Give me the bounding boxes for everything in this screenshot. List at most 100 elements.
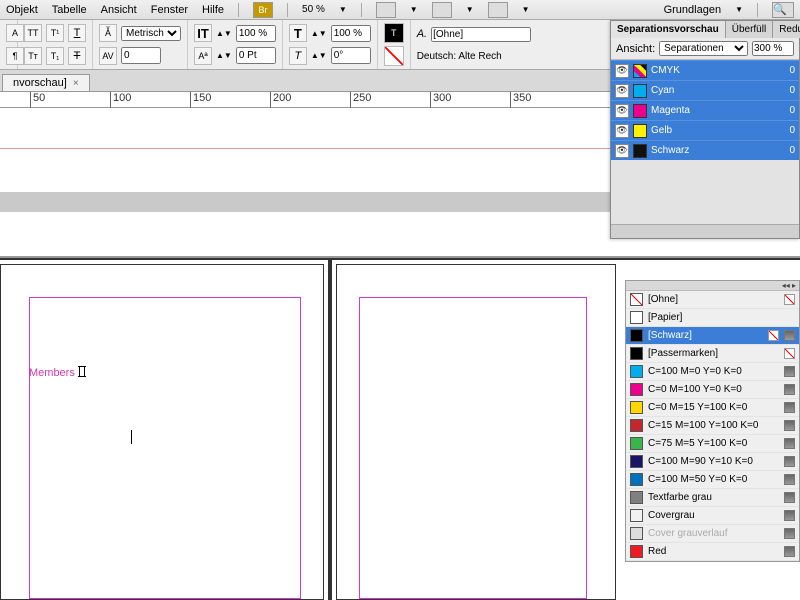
baseline-input[interactable] (236, 47, 276, 64)
swatch-row[interactable]: [Papier] (626, 309, 799, 327)
swatch-color (630, 401, 643, 414)
colortype-icon (784, 510, 795, 521)
swatch-label: [Passermarken] (648, 348, 779, 359)
arrange-icon[interactable] (488, 2, 508, 18)
colortype-icon (784, 438, 795, 449)
separation-row[interactable]: 👁CMYK0 (611, 60, 799, 80)
kerning-select[interactable]: Metrisch (121, 26, 181, 41)
swatch-row[interactable]: Covergrau (626, 507, 799, 525)
swatch-row[interactable]: Red (626, 543, 799, 561)
separator (238, 3, 239, 17)
hscale-icon: IT (194, 24, 212, 42)
tab-flatten[interactable]: Reduzie (773, 21, 800, 38)
text-caret (131, 430, 132, 444)
separator (287, 3, 288, 17)
underline-btn[interactable]: T (68, 24, 86, 42)
visibility-toggle[interactable]: 👁 (615, 84, 629, 98)
swatch-row[interactable]: C=100 M=90 Y=10 K=0 (626, 453, 799, 471)
fill-swatch[interactable]: T (384, 23, 404, 43)
colortype-icon (784, 528, 795, 539)
view-options-icon[interactable] (376, 2, 396, 18)
preview-pct[interactable] (752, 41, 794, 56)
swatch-row[interactable]: C=0 M=15 Y=100 K=0 (626, 399, 799, 417)
stroke-swatch[interactable] (384, 46, 404, 66)
swatch-label: Textfarbe grau (648, 492, 779, 503)
menu-ansicht[interactable]: Ansicht (101, 4, 137, 16)
baseline-icon: Aª (194, 47, 212, 65)
bridge-icon[interactable]: Br (253, 2, 273, 18)
view-label: Ansicht: (616, 43, 655, 55)
visibility-toggle[interactable]: 👁 (615, 144, 629, 158)
screen-mode-icon[interactable] (432, 2, 452, 18)
separation-row[interactable]: 👁Magenta0 (611, 100, 799, 120)
separation-row[interactable]: 👁Cyan0 (611, 80, 799, 100)
document-tab[interactable]: nvorschau]× (2, 74, 90, 91)
swatch-row[interactable]: [Ohne] (626, 291, 799, 309)
workspace-select[interactable]: Grundlagen (664, 4, 722, 16)
swatch-row[interactable]: C=100 M=50 Y=0 K=0 (626, 471, 799, 489)
swatch-panel-header[interactable]: ◂◂ ▸ (626, 281, 799, 291)
visibility-toggle[interactable]: 👁 (615, 64, 629, 78)
swatch-row[interactable]: Textfarbe grau (626, 489, 799, 507)
colortype-icon (784, 474, 795, 485)
visibility-toggle[interactable]: 👁 (615, 124, 629, 138)
swatch-row[interactable]: [Passermarken] (626, 345, 799, 363)
search-icon[interactable]: 🔍 (772, 2, 794, 18)
menu-objekt[interactable]: Objekt (6, 4, 38, 16)
swatch-row[interactable]: [Schwarz] (626, 327, 799, 345)
swatch-color (630, 455, 643, 468)
ruler-tick: 300 (430, 92, 451, 108)
subscript-btn[interactable]: T₁ (46, 47, 64, 65)
menu-fenster[interactable]: Fenster (151, 4, 188, 16)
panel-footer (611, 224, 799, 238)
swatch-row[interactable]: C=15 M=100 Y=100 K=0 (626, 417, 799, 435)
separation-row[interactable]: 👁Schwarz0 (611, 140, 799, 160)
tracking-input[interactable] (121, 47, 161, 64)
tab-trap[interactable]: Überfüll (726, 21, 773, 38)
ink-value: 0 (789, 145, 795, 156)
colortype-icon (784, 402, 795, 413)
separations-preview-panel[interactable]: Separationsvorschau Überfüll Reduzie Ans… (610, 20, 800, 239)
text-members[interactable]: Members (29, 365, 85, 379)
swatch-label: C=0 M=100 Y=0 K=0 (648, 384, 779, 395)
swatch-row[interactable]: C=100 M=0 Y=0 K=0 (626, 363, 799, 381)
tab-separations[interactable]: Separationsvorschau (611, 21, 726, 38)
swatches-panel[interactable]: ◂◂ ▸ [Ohne] [Papier] [Schwarz] [Passermarke… (625, 280, 800, 562)
menu-tabelle[interactable]: Tabelle (52, 4, 87, 16)
visibility-toggle[interactable]: 👁 (615, 104, 629, 118)
swatch-row[interactable]: Cover grauverlauf (626, 525, 799, 543)
separation-row[interactable]: 👁Gelb0 (611, 120, 799, 140)
ink-value: 0 (789, 65, 795, 76)
swatch-row[interactable]: C=75 M=5 Y=100 K=0 (626, 435, 799, 453)
menu-bar: Objekt Tabelle Ansicht Fenster Hilfe Br … (0, 0, 800, 20)
swatch-color (630, 437, 643, 450)
zoom-level[interactable]: 50 % (302, 4, 325, 15)
language-label: Deutsch: Alte Rech (417, 51, 502, 62)
swatch-label: [Papier] (648, 312, 795, 323)
strike-btn[interactable]: T (68, 47, 86, 65)
menu-hilfe[interactable]: Hilfe (202, 4, 224, 16)
skew-icon: T (289, 47, 307, 65)
swatch-row[interactable]: C=0 M=100 Y=0 K=0 (626, 381, 799, 399)
close-tab-icon[interactable]: × (73, 78, 79, 89)
hscale-input[interactable] (236, 25, 276, 42)
charstyle-select[interactable] (431, 27, 531, 42)
skew-input[interactable] (331, 47, 371, 64)
separator (361, 3, 362, 17)
left-page[interactable]: Members (0, 264, 324, 600)
panel-blank (611, 160, 799, 224)
swatch-label: [Ohne] (648, 294, 779, 305)
ruler-tick: 150 (190, 92, 211, 108)
ink-value: 0 (789, 125, 795, 136)
noedit-icon (784, 348, 795, 359)
vscale-input[interactable] (331, 25, 371, 42)
noedit-icon (784, 294, 795, 305)
swatch-color (630, 383, 643, 396)
smallcaps-btn[interactable]: Tт (24, 47, 42, 65)
view-select[interactable]: Separationen (659, 41, 748, 56)
right-page[interactable] (336, 264, 616, 600)
charstyle-icon: A. (417, 28, 427, 40)
superscript-btn[interactable]: T¹ (46, 24, 64, 42)
allcaps-btn[interactable]: TT (24, 24, 42, 42)
swatch-label: C=100 M=0 Y=0 K=0 (648, 366, 779, 377)
